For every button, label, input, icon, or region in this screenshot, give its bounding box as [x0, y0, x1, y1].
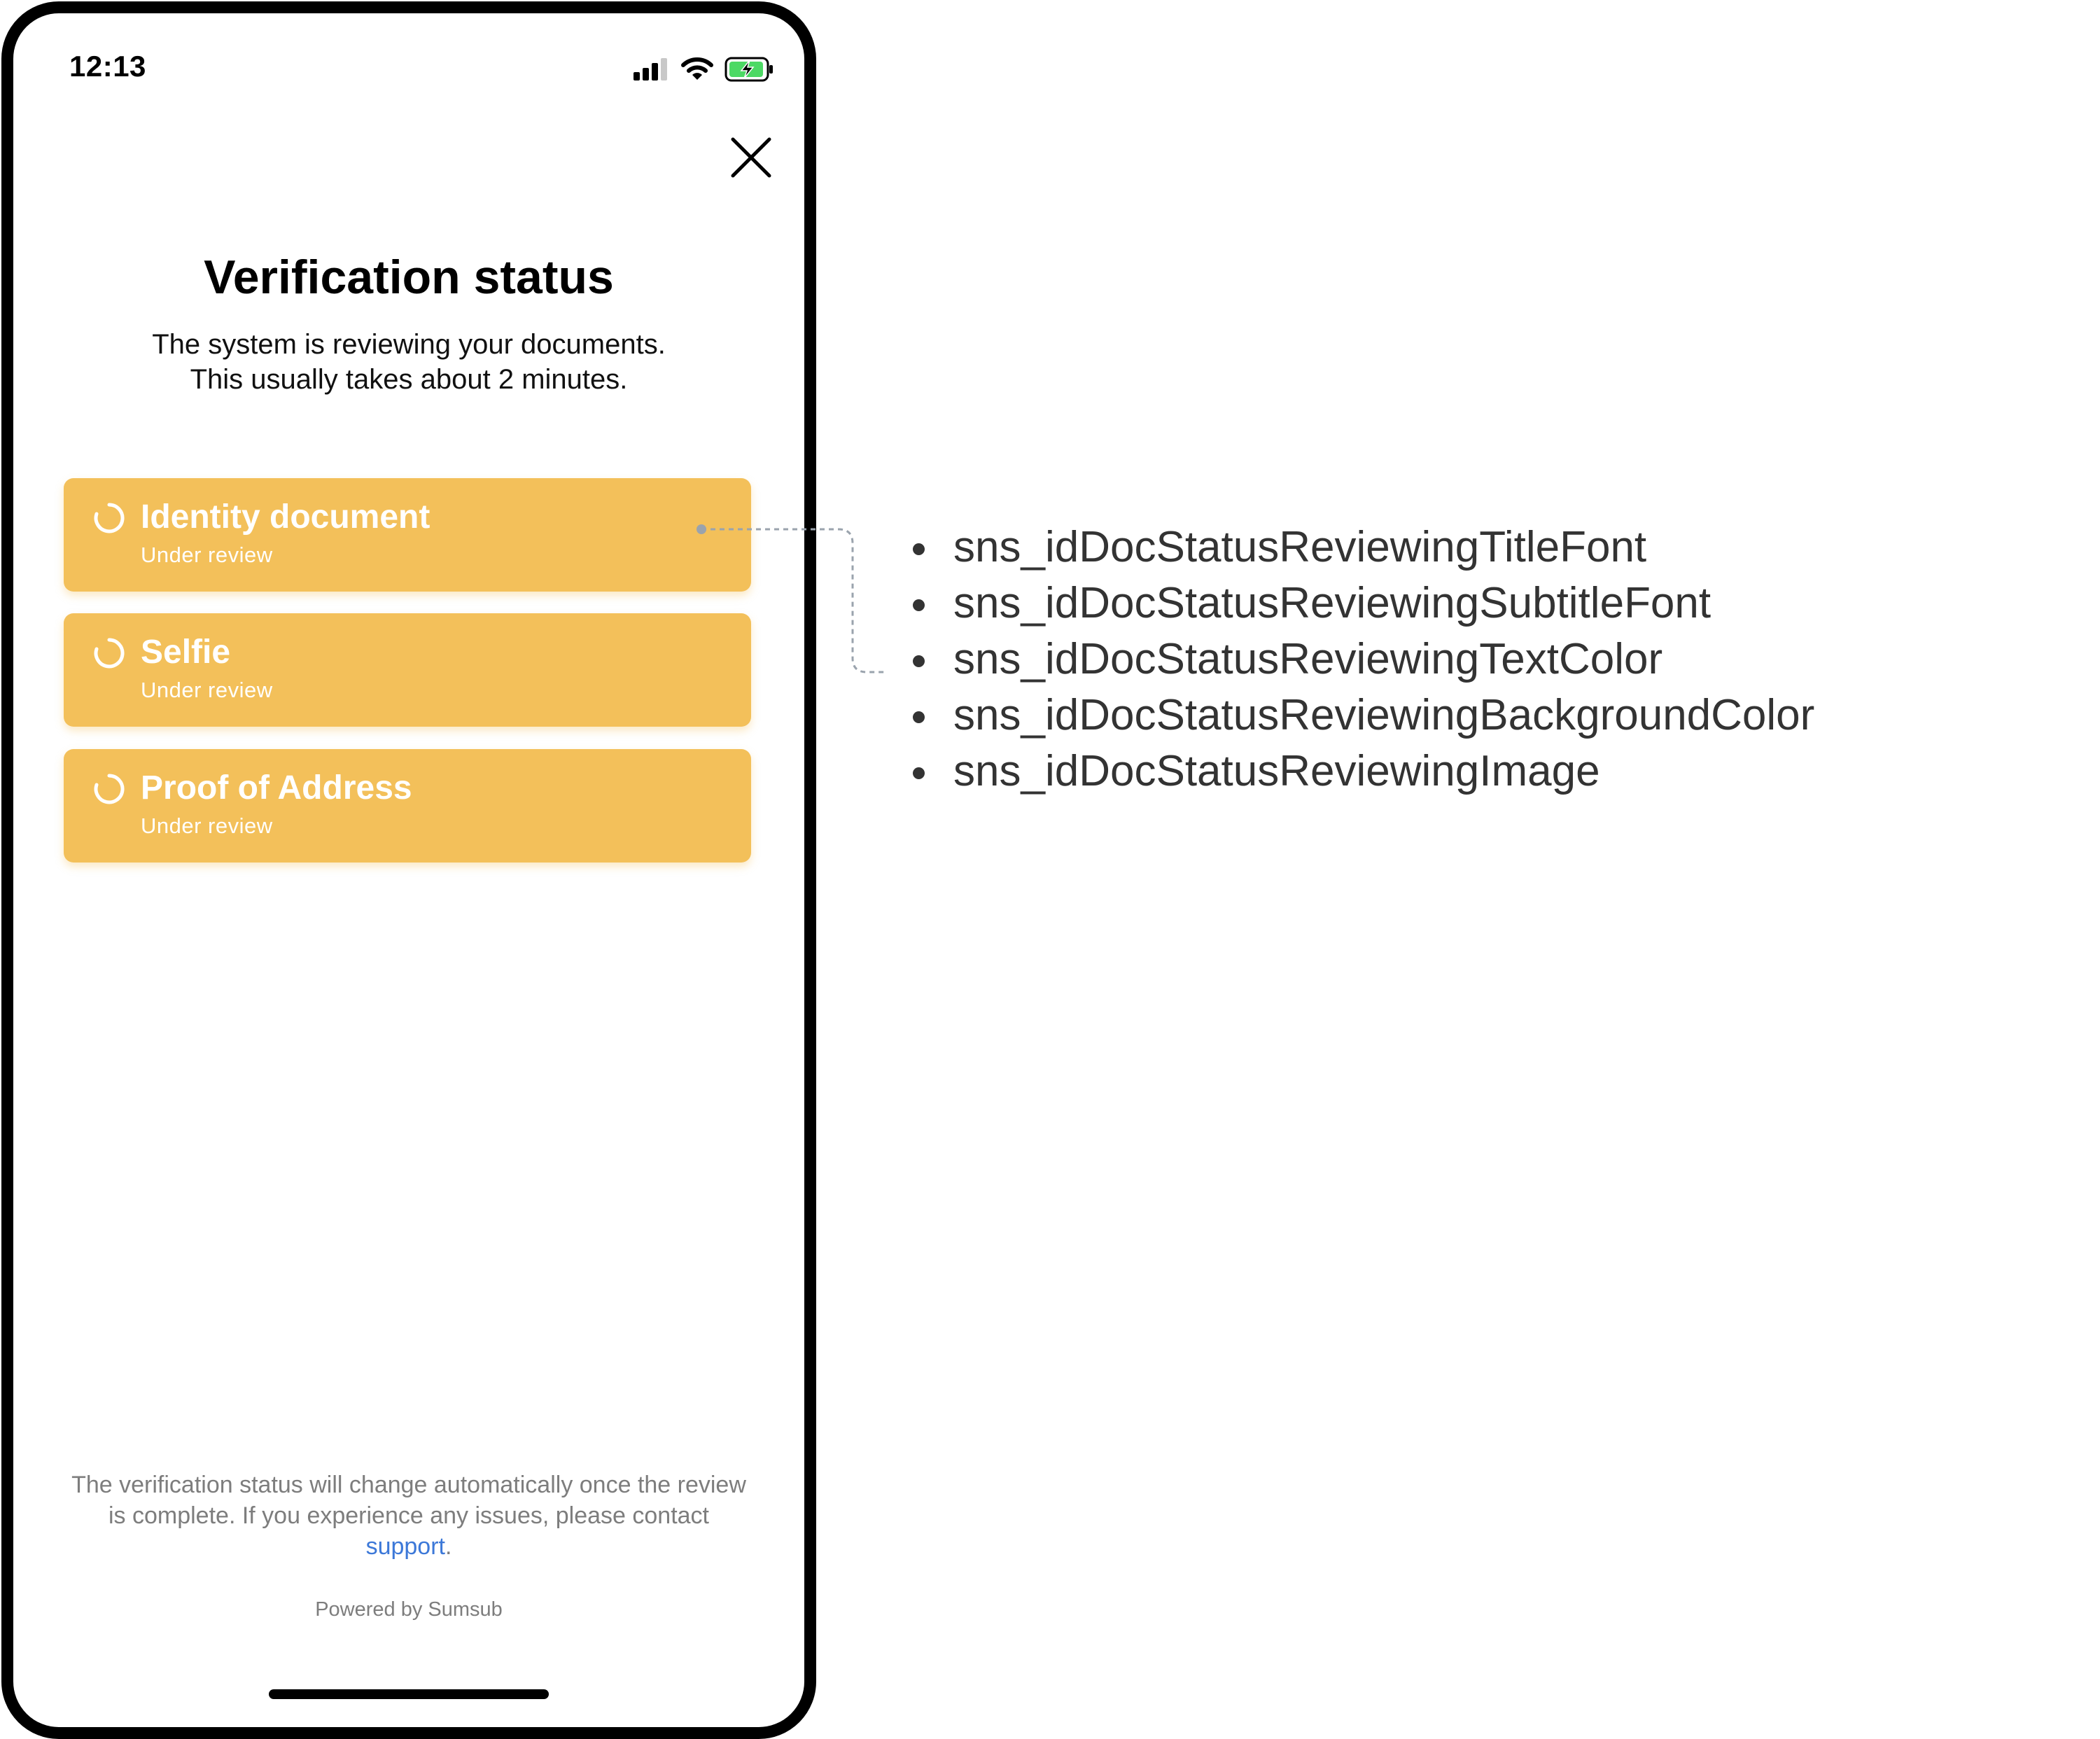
customization-key: sns_idDocStatusReviewingTitleFont — [906, 519, 1814, 575]
customization-key: sns_idDocStatusReviewingImage — [906, 743, 1814, 799]
customization-key: sns_idDocStatusReviewingBackgroundColor — [906, 687, 1814, 743]
customization-key: sns_idDocStatusReviewingSubtitleFont — [906, 575, 1814, 631]
customization-keys-list: sns_idDocStatusReviewingTitleFont sns_id… — [906, 519, 1814, 799]
annotation-connector — [696, 524, 888, 673]
customization-key: sns_idDocStatusReviewingTextColor — [906, 631, 1814, 687]
